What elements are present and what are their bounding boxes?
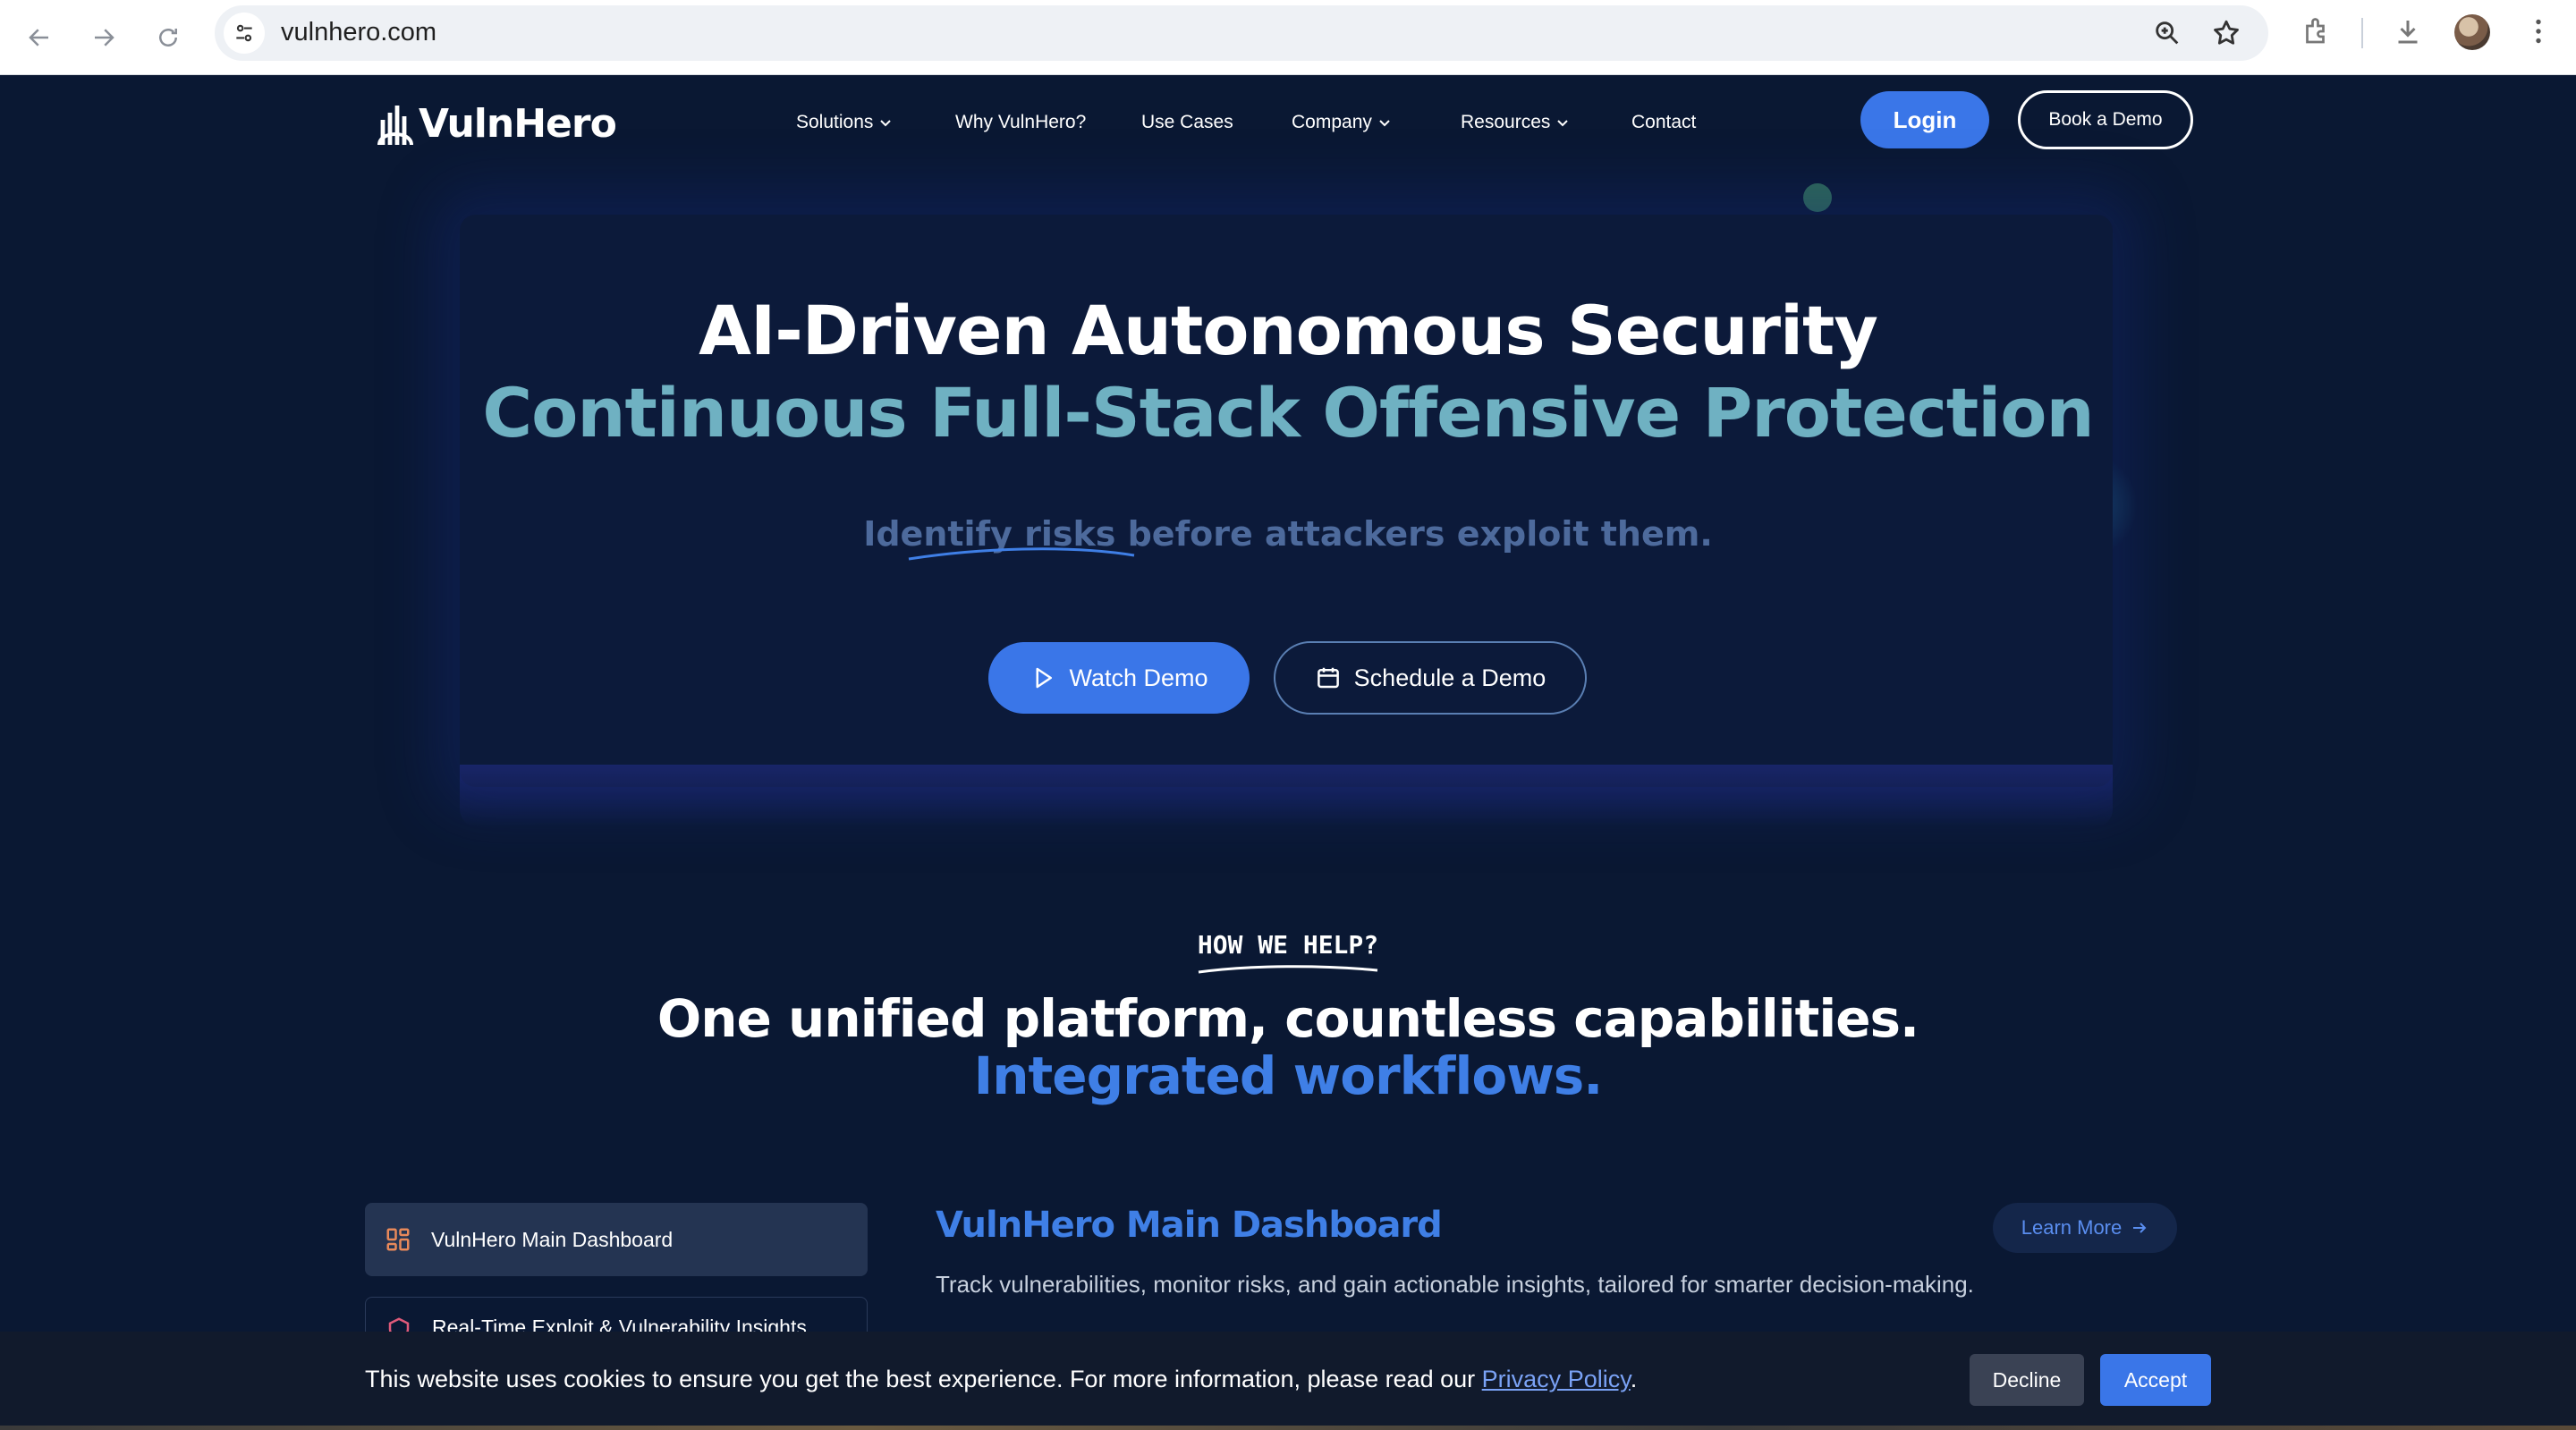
chevron-down-icon — [880, 120, 892, 127]
privacy-policy-link[interactable]: Privacy Policy — [1482, 1366, 1631, 1392]
nav-item-why-vulnhero[interactable]: Why VulnHero? — [955, 112, 1086, 133]
login-button[interactable]: Login — [1860, 91, 1989, 148]
toolbar-divider — [2361, 18, 2363, 48]
forward-arrow-icon — [95, 29, 114, 47]
nav-item-label: Contact — [1631, 112, 1697, 132]
nav-item-label: Resources — [1461, 112, 1551, 132]
tune-icon — [236, 24, 252, 42]
address-bar[interactable]: vulnhero.com — [215, 5, 2268, 61]
watch-demo-label: Watch Demo — [1069, 664, 1208, 691]
nav-item-contact[interactable]: Contact — [1631, 112, 1696, 133]
strike-through-line — [908, 547, 1135, 561]
logo-text: VulnHero — [419, 100, 617, 147]
dashboard-grid-icon — [386, 1228, 410, 1251]
nav-item-label: Solutions — [796, 112, 874, 132]
logo-mark-icon — [377, 106, 413, 146]
learn-more-label: Learn More — [2021, 1216, 2123, 1239]
web-page: VulnHero Solutions Why VulnHero? Use Cas… — [0, 76, 2576, 1430]
calendar-icon — [1317, 667, 1339, 689]
nav-item-resources[interactable]: Resources — [1461, 112, 1570, 133]
extensions-icon[interactable] — [2301, 15, 2333, 47]
feature-detail-description: Track vulnerabilities, monitor risks, an… — [936, 1271, 1974, 1298]
cookie-message: This website uses cookies to ensure you … — [365, 1366, 1637, 1393]
forward-button[interactable] — [82, 16, 125, 59]
nav-item-solutions[interactable]: Solutions — [796, 112, 893, 133]
learn-more-button[interactable]: Learn More — [1993, 1203, 2177, 1253]
reload-icon — [159, 29, 177, 47]
hero-title-line2: Continuous Full-Stack Offensive Protecti… — [482, 373, 2094, 453]
chevron-down-icon — [1379, 120, 1390, 127]
hero-title-line1: AI-Driven Autonomous Security — [699, 291, 1878, 370]
nav-item-label: Use Cases — [1141, 112, 1233, 132]
decorative-dot — [1803, 183, 1832, 212]
feature-tab-main-dashboard[interactable]: VulnHero Main Dashboard — [365, 1203, 868, 1276]
reload-button[interactable] — [147, 16, 190, 59]
eyebrow-underline — [1198, 965, 1378, 974]
taskbar-edge — [0, 1426, 2576, 1430]
nav-item-company[interactable]: Company — [1292, 112, 1392, 133]
section-eyebrow: HOW WE HELP? — [1197, 930, 1379, 960]
profile-avatar[interactable] — [2454, 14, 2490, 50]
book-demo-button[interactable]: Book a Demo — [2018, 90, 2193, 149]
decline-cookies-button[interactable]: Decline — [1970, 1354, 2084, 1406]
zoom-icon[interactable] — [2152, 18, 2182, 48]
nav-item-use-cases[interactable]: Use Cases — [1141, 112, 1233, 133]
hero-glow — [460, 765, 2113, 827]
vulnhero-logo[interactable]: VulnHero — [376, 98, 617, 148]
download-icon[interactable] — [2392, 15, 2424, 47]
feature-detail-title: VulnHero Main Dashboard — [936, 1205, 1443, 1246]
feature-tab-label: VulnHero Main Dashboard — [431, 1227, 674, 1251]
more-menu-icon[interactable] — [2522, 15, 2555, 47]
bookmark-star-icon[interactable] — [2211, 18, 2241, 48]
hero-subtitle-rest: before attackers exploit them. — [1115, 514, 1713, 554]
cookie-suffix: . — [1630, 1366, 1638, 1392]
accept-cookies-button[interactable]: Accept — [2100, 1354, 2211, 1406]
browser-toolbar: vulnhero.com — [0, 0, 2576, 75]
site-info-button[interactable] — [224, 13, 265, 54]
cookie-banner: This website uses cookies to ensure you … — [0, 1332, 2576, 1430]
play-icon — [1036, 667, 1053, 689]
watch-demo-button[interactable]: Watch Demo — [988, 642, 1250, 714]
schedule-demo-button[interactable]: Schedule a Demo — [1274, 641, 1587, 715]
nav-item-label: Why VulnHero? — [955, 112, 1087, 132]
cookie-text: This website uses cookies to ensure you … — [365, 1366, 1482, 1392]
arrow-right-icon — [2133, 1223, 2147, 1233]
site-header: VulnHero Solutions Why VulnHero? Use Cas… — [0, 76, 2576, 183]
schedule-demo-label: Schedule a Demo — [1353, 664, 1546, 691]
hero-subtitle: Identify risks before attackers exploit … — [0, 514, 2576, 554]
nav-item-label: Company — [1292, 112, 1372, 132]
section-title-line1: One unified platform, countless capabili… — [657, 988, 1919, 1049]
back-arrow-icon — [29, 29, 48, 47]
chevron-down-icon — [1557, 120, 1569, 127]
url-text[interactable]: vulnhero.com — [281, 18, 436, 47]
section-title-line2: Integrated workflows. — [973, 1045, 1604, 1106]
back-button[interactable] — [18, 16, 61, 59]
